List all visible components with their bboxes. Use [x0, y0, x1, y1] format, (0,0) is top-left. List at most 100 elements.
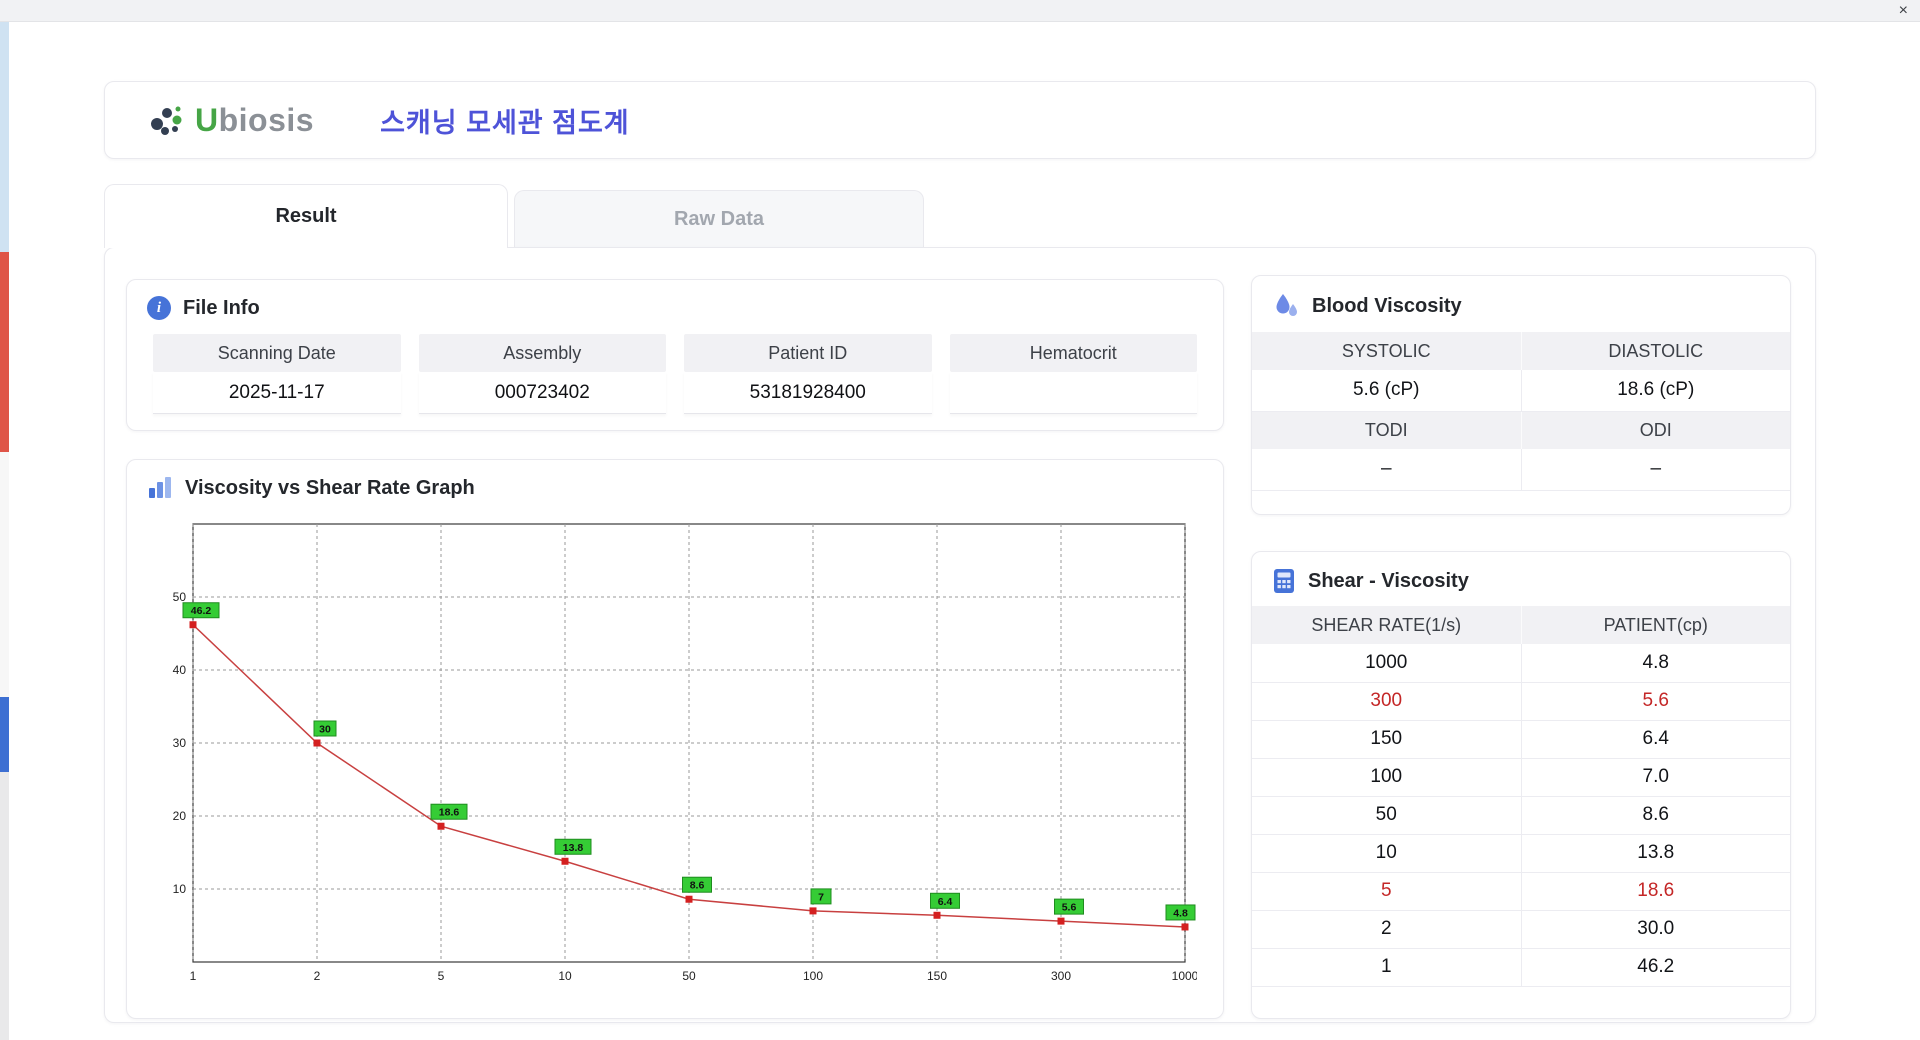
svg-text:6.4: 6.4 [938, 896, 953, 908]
sv-cell: 46.2 [1520, 948, 1790, 987]
desktop-edge-strip [0, 22, 9, 1040]
field-label: Patient ID [684, 334, 932, 372]
field-label: Assembly [418, 334, 666, 372]
bv-col-label: DIASTOLIC [1520, 332, 1790, 370]
page-title: 스캐닝 모세관 점도계 [380, 107, 630, 138]
sv-row: 100 7.0 [1252, 758, 1790, 797]
blood-viscosity-card: Blood Viscosity SYSTOLIC DIASTOLIC 5.6 (cP… [1251, 275, 1791, 515]
svg-text:1000: 1000 [1172, 969, 1197, 983]
sv-col-header: SHEAR RATE(1/s) [1252, 606, 1521, 644]
sv-col-header: PATIENT(cp) [1520, 606, 1790, 644]
sv-row: 150 6.4 [1252, 720, 1790, 759]
sv-row: 50 8.6 [1252, 796, 1790, 835]
sv-cell: 13.8 [1520, 834, 1790, 873]
sv-cell: 1000 [1252, 644, 1521, 683]
svg-text:50: 50 [173, 590, 187, 604]
sv-cell: 2 [1252, 910, 1521, 949]
svg-text:10: 10 [558, 969, 572, 983]
svg-text:46.2: 46.2 [191, 605, 212, 617]
bv-value-row: – – [1252, 449, 1790, 491]
sv-cell: 1 [1252, 948, 1521, 987]
bv-value: – [1520, 449, 1790, 491]
bv-col-label: SYSTOLIC [1252, 332, 1521, 370]
shear-viscosity-header: Shear - Viscosity [1252, 552, 1790, 606]
ubiosis-logo: Ubiosis [147, 100, 314, 140]
logo-text: Ubiosis [195, 101, 315, 138]
svg-text:300: 300 [1051, 969, 1071, 983]
graph-title: Viscosity vs Shear Rate Graph [185, 476, 475, 499]
svg-text:8.6: 8.6 [690, 880, 705, 892]
window-titlebar: × [0, 0, 1920, 22]
desktop-edge-segment [0, 252, 9, 452]
sv-cell: 5.6 [1520, 682, 1790, 721]
field-label: Scanning Date [153, 334, 401, 372]
svg-text:30: 30 [173, 736, 187, 750]
svg-text:18.6: 18.6 [439, 807, 460, 819]
sv-row: 5 18.6 [1252, 872, 1790, 911]
sv-cell: 50 [1252, 796, 1521, 835]
sv-row: 300 5.6 [1252, 682, 1790, 721]
svg-text:1: 1 [190, 969, 197, 983]
desktop-edge-segment [0, 772, 9, 1040]
graph-header: Viscosity vs Shear Rate Graph [127, 460, 1223, 512]
desktop-edge-segment [0, 452, 9, 697]
sv-cell: 18.6 [1520, 872, 1790, 911]
blood-viscosity-title: Blood Viscosity [1312, 294, 1462, 317]
droplets-icon [1276, 294, 1297, 316]
file-info-field-assembly: Assembly 000723402 [418, 334, 666, 414]
file-info-field-patient-id: Patient ID 53181928400 [684, 334, 932, 414]
app-header: Ubiosis 스캐닝 모세관 점도계 [104, 81, 1816, 159]
svg-text:13.8: 13.8 [563, 842, 584, 854]
svg-text:30: 30 [319, 724, 331, 736]
svg-text:5: 5 [438, 969, 445, 983]
svg-text:5.6: 5.6 [1062, 902, 1077, 914]
bv-header-row: SYSTOLIC DIASTOLIC [1252, 332, 1790, 370]
tab-result[interactable]: Result [104, 184, 508, 248]
bar-chart-icon [149, 477, 171, 498]
sv-cell: 10 [1252, 834, 1521, 873]
sv-header-row: SHEAR RATE(1/s) PATIENT(cp) [1252, 606, 1790, 644]
calculator-icon [1274, 569, 1294, 593]
blood-viscosity-header: Blood Viscosity [1252, 276, 1790, 332]
svg-text:2: 2 [314, 969, 321, 983]
sv-cell: 7.0 [1520, 758, 1790, 797]
desktop-edge-segment [0, 22, 9, 252]
desktop-edge-segment [0, 697, 9, 772]
svg-text:150: 150 [927, 969, 947, 983]
bv-col-label: TODI [1252, 411, 1521, 449]
sv-row: 1000 4.8 [1252, 644, 1790, 683]
sv-cell: 5 [1252, 872, 1521, 911]
file-info-title: File Info [183, 296, 260, 319]
svg-text:40: 40 [173, 663, 187, 677]
field-value [949, 372, 1197, 414]
sv-cell: 300 [1252, 682, 1521, 721]
sv-cell: 30.0 [1520, 910, 1790, 949]
file-info-card: i File Info Scanning Date 2025-11-17 Assem… [126, 279, 1224, 431]
shear-viscosity-card: Shear - Viscosity SHEAR RATE(1/s) PATIENT… [1251, 551, 1791, 1019]
shear-viscosity-title: Shear - Viscosity [1308, 569, 1469, 592]
tab-raw-data[interactable]: Raw Data [514, 190, 924, 247]
field-value: 2025-11-17 [153, 372, 401, 414]
sv-cell: 4.8 [1520, 644, 1790, 683]
info-icon: i [147, 296, 171, 320]
sv-cell: 100 [1252, 758, 1521, 797]
field-value: 53181928400 [684, 372, 932, 414]
bv-value-row: 5.6 (cP) 18.6 (cP) [1252, 370, 1790, 412]
chart-area: 10 20 30 40 50 1 2 5 10 50 100 150 300 1000 46.2 30 18.6… [127, 512, 1223, 993]
field-label: Hematocrit [949, 334, 1197, 372]
file-info-field-scanning-date: Scanning Date 2025-11-17 [153, 334, 401, 414]
bv-header-row: TODI ODI [1252, 411, 1790, 449]
bv-value: – [1252, 449, 1521, 491]
svg-text:50: 50 [682, 969, 696, 983]
field-value: 000723402 [418, 372, 666, 414]
close-icon[interactable]: × [1899, 2, 1908, 20]
sv-cell: 6.4 [1520, 720, 1790, 759]
viscosity-chart: 10 20 30 40 50 1 2 5 10 50 100 150 300 1000 46.2 30 18.6… [173, 523, 1199, 983]
file-info-header: i File Info [127, 280, 1223, 332]
bv-value: 5.6 (cP) [1252, 370, 1521, 412]
sv-cell: 150 [1252, 720, 1521, 759]
sv-row: 10 13.8 [1252, 834, 1790, 873]
shear-viscosity-table: SHEAR RATE(1/s) PATIENT(cp) 1000 4.8 300 5.6 1… [1252, 606, 1790, 987]
sv-row: 1 46.2 [1252, 948, 1790, 987]
sv-row: 2 30.0 [1252, 910, 1790, 949]
